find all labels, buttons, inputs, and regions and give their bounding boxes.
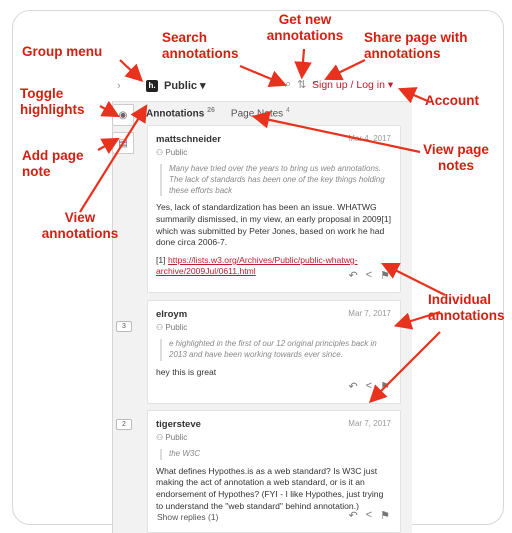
annotation-date[interactable]: Mar 7, 2017 [348,309,391,318]
annotation-actions: ↶ < ⚑ [348,509,390,522]
annotation-actions: ↶ < ⚑ [348,269,390,282]
callout-group-menu: Group menu [22,44,103,59]
side-toolbar: ◉ ▤ [112,104,134,160]
annotation-quote[interactable]: the W3C [160,449,392,460]
share-icon[interactable]: < [366,509,372,522]
reply-icon[interactable]: ↶ [348,380,357,393]
toggle-highlights-button[interactable]: ◉ [112,104,134,126]
annotation-quote[interactable]: Many have tried over the years to bring … [160,164,392,197]
annotation-card[interactable]: tigersteve Mar 7, 2017 ⚇ Public the W3C … [147,410,401,533]
callout-search: Search annotations [162,30,239,61]
annotation-scope: ⚇ Public [156,148,188,157]
annotation-body: Yes, lack of standardization has been an… [156,202,391,248]
callout-toggle: Toggle highlights [20,86,85,117]
highlight-count-badge[interactable]: 2 [116,419,132,430]
callout-share: Share page with annotations [364,30,468,61]
signup-login-link[interactable]: Sign up / Log in ▾ [312,79,393,91]
flag-icon[interactable]: ⚑ [380,509,390,522]
add-page-note-button[interactable]: ▤ [112,132,134,154]
reply-icon[interactable]: ↶ [348,509,357,522]
hypothesis-logo: h. [146,79,158,92]
group-menu[interactable]: h. Public ▾ [146,79,206,92]
annotation-scope: ⚇ Public [156,323,188,332]
flag-icon[interactable]: ⚑ [380,380,390,393]
annotation-body: What defines Hypothes.is as a web standa… [156,465,384,511]
callout-account: Account [425,93,479,108]
callout-add-note: Add page note [22,148,84,179]
callout-view-notes: View page notes [423,142,489,173]
tab-page-notes[interactable]: Page Notes 4 [231,107,290,119]
sidebar-tabs: Annotations 26 Page Notes 4 [146,107,290,119]
refresh-icon[interactable]: ⇅ [297,78,306,91]
annotation-quote[interactable]: e highlighted in the first of our 12 ori… [160,339,392,361]
tab-annotations[interactable]: Annotations 26 [146,107,215,119]
share-icon[interactable]: < [366,380,372,393]
annotation-card[interactable]: mattschneider Mar 4, 2017 ⚇ Public Many … [147,125,401,293]
eye-icon: ◉ [118,109,128,121]
flag-icon[interactable]: ⚑ [380,269,390,282]
callout-get-new: Get new annotations [266,12,344,43]
annotation-date[interactable]: Mar 7, 2017 [348,419,391,428]
search-icon[interactable]: ⌕ [285,78,291,91]
collapse-chevron-icon[interactable]: › [117,80,121,92]
group-label[interactable]: Public ▾ [164,79,206,92]
annotation-actions: ↶ < ⚑ [348,380,390,393]
annotation-card[interactable]: elroym Mar 7, 2017 ⚇ Public e highlighte… [147,300,401,404]
annotation-scope: ⚇ Public [156,433,188,442]
callout-view-annotations: View annotations [41,210,119,241]
callout-individual: Individual annotations [428,292,505,323]
annotation-link[interactable]: https://lists.w3.org/Archives/Public/pub… [156,255,358,277]
reply-icon[interactable]: ↶ [348,269,357,282]
annotation-date[interactable]: Mar 4, 2017 [348,134,391,143]
share-icon[interactable]: < [366,269,372,282]
highlight-count-badge[interactable]: 3 [116,321,132,332]
show-replies-link[interactable]: Show replies (1) [157,512,218,522]
note-icon: ▤ [118,137,128,149]
annotation-body: hey this is great [156,366,217,377]
